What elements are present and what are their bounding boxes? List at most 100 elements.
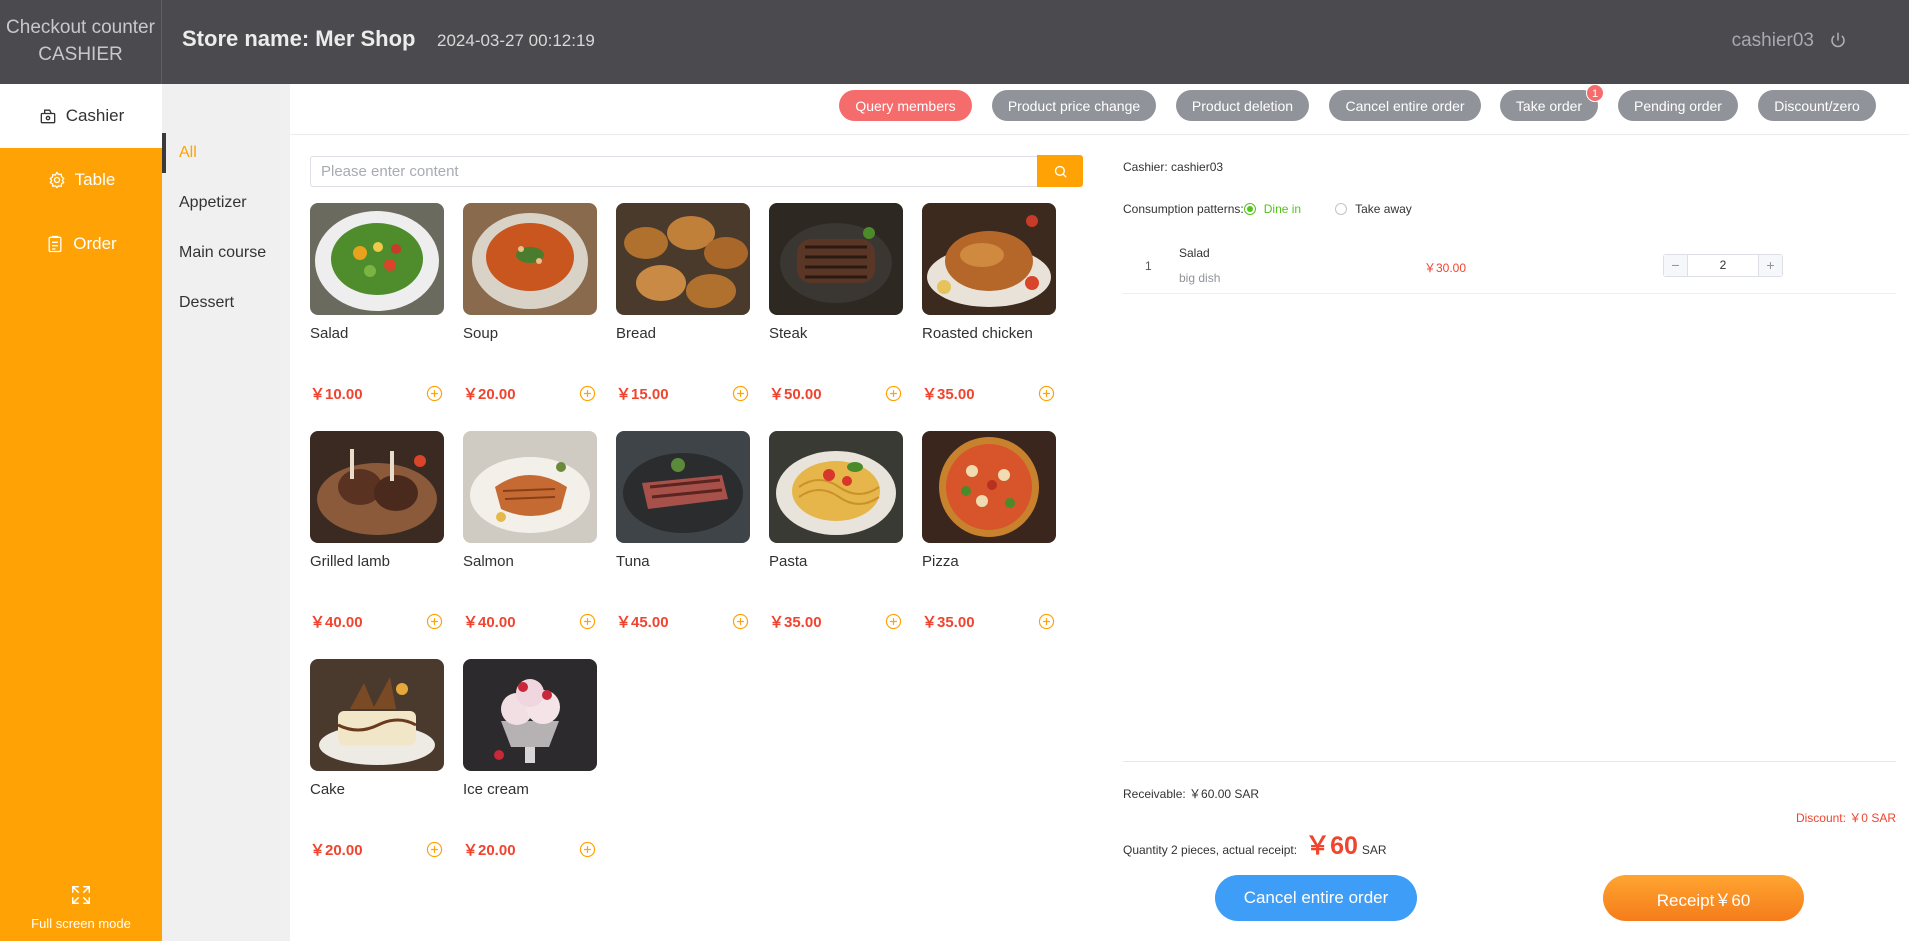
product-image-grilled-lamb (310, 431, 444, 543)
product-image-bread (616, 203, 750, 315)
product-price: ￥20.00 (463, 386, 516, 403)
product-price: ￥40.00 (463, 614, 516, 631)
product-image-ice-cream (463, 659, 597, 771)
add-circle-icon[interactable] (579, 841, 596, 858)
product-price: ￥20.00 (463, 842, 516, 859)
search-input[interactable] (310, 156, 1038, 187)
product-price: ￥35.00 (922, 386, 975, 403)
header-bar: Checkout counter CASHIER Store name: Mer… (0, 0, 1909, 84)
add-circle-icon[interactable] (426, 385, 443, 402)
add-circle-icon[interactable] (732, 613, 749, 630)
order-icon (48, 235, 62, 253)
category-main-course[interactable]: Main course (162, 233, 290, 273)
take-away-label: Take away (1355, 202, 1412, 216)
store-name: Store name: Mer Shop (182, 26, 416, 51)
product-image-steak (769, 203, 903, 315)
category-all[interactable]: All (162, 133, 290, 173)
add-circle-icon[interactable] (1038, 613, 1055, 630)
product-price: ￥20.00 (310, 842, 363, 859)
brand-subtitle: CASHIER (38, 44, 123, 65)
nav-item-table[interactable]: Table (0, 148, 162, 212)
order-row-name: Salad (1179, 246, 1210, 260)
add-circle-icon[interactable] (732, 385, 749, 402)
add-circle-icon[interactable] (885, 613, 902, 630)
product-card[interactable]: Pasta ￥35.00 (769, 431, 903, 651)
product-image-pizza (922, 431, 1056, 543)
power-icon[interactable] (1829, 31, 1847, 49)
cashier-label: Cashier: cashier03 (1123, 160, 1224, 174)
product-price: ￥15.00 (616, 386, 669, 403)
product-card[interactable]: Bread ￥15.00 (616, 203, 750, 423)
product-image-roasted-chicken (922, 203, 1056, 315)
dine-in-label: Dine in (1263, 202, 1302, 216)
product-card[interactable]: Steak ￥50.00 (769, 203, 903, 423)
nav-label-order: Order (73, 234, 117, 253)
discount-button[interactable]: Discount/zero (1758, 90, 1876, 121)
product-name: Steak (769, 325, 808, 342)
order-row-price: ￥30.00 (1424, 261, 1467, 275)
nav-label-table: Table (74, 170, 116, 189)
nav-item-cashier[interactable]: Cashier (0, 84, 162, 148)
left-nav: Cashier Table Order Full screen mode (0, 84, 162, 941)
product-price: ￥10.00 (310, 386, 363, 403)
radio-dine-in-dot (1243, 203, 1256, 215)
product-price: ￥50.00 (769, 386, 822, 403)
radio-take-away[interactable]: Take away (1335, 202, 1412, 216)
product-image-salad (310, 203, 444, 315)
product-card[interactable]: Grilled lamb ￥40.00 (310, 431, 444, 651)
fullscreen-toggle[interactable]: Full screen mode (0, 884, 162, 931)
increase-button[interactable]: + (1758, 255, 1782, 276)
add-circle-icon[interactable] (1038, 385, 1055, 402)
product-card[interactable]: Salad ￥10.00 (310, 203, 444, 423)
user-name[interactable]: cashier03 (1732, 30, 1814, 52)
patterns-label: Consumption patterns: (1123, 202, 1244, 216)
pending-order-button[interactable]: Pending order (1618, 90, 1738, 121)
add-circle-icon[interactable] (579, 385, 596, 402)
product-image-pasta (769, 431, 903, 543)
add-circle-icon[interactable] (426, 841, 443, 858)
product-card[interactable]: Ice cream ￥20.00 (463, 659, 597, 879)
category-dessert[interactable]: Dessert (162, 283, 290, 323)
product-deletion-button[interactable]: Product deletion (1176, 90, 1309, 121)
add-circle-icon[interactable] (426, 613, 443, 630)
product-name: Soup (463, 325, 499, 342)
product-name: Pizza (922, 553, 959, 570)
take-order-badge: 1 (1586, 84, 1604, 102)
take-order-label: Take order (1515, 97, 1583, 114)
quantity-value[interactable]: 2 (1688, 255, 1758, 276)
product-image-salmon (463, 431, 597, 543)
radio-dine-in[interactable]: Dine in (1243, 202, 1302, 216)
product-card[interactable]: Salmon ￥40.00 (463, 431, 597, 651)
product-name: Salmon (463, 553, 514, 570)
currency-label: SAR (1361, 843, 1387, 857)
add-circle-icon[interactable] (579, 613, 596, 630)
product-price: ￥45.00 (616, 614, 669, 631)
product-card[interactable]: Cake ￥20.00 (310, 659, 444, 879)
product-price: ￥35.00 (769, 614, 822, 631)
product-price: ￥35.00 (922, 614, 975, 631)
discount-amount: Discount: ￥0 SAR (1795, 811, 1896, 825)
product-card[interactable]: Roasted chicken ￥35.00 (922, 203, 1056, 423)
category-appetizer[interactable]: Appetizer (162, 183, 290, 223)
fullscreen-label: Full screen mode (31, 916, 131, 931)
product-name: Salad (310, 325, 349, 342)
search-button[interactable] (1037, 155, 1083, 187)
cancel-entire-order-button[interactable]: Cancel entire order (1215, 875, 1417, 921)
decrease-button[interactable]: − (1664, 255, 1688, 276)
product-name: Bread (616, 325, 657, 342)
cancel-order-button[interactable]: Cancel entire order (1329, 90, 1481, 121)
cashier-icon (40, 109, 56, 124)
product-image-cake (310, 659, 444, 771)
price-change-button[interactable]: Product price change (992, 90, 1156, 121)
product-card[interactable]: Pizza ￥35.00 (922, 431, 1056, 651)
take-order-button[interactable]: Take order 1 (1500, 84, 1604, 121)
product-card[interactable]: Soup ￥20.00 (463, 203, 597, 423)
table-icon (49, 171, 65, 189)
nav-item-order[interactable]: Order (0, 212, 162, 276)
actual-amount: ￥60 (1305, 832, 1358, 860)
receipt-button[interactable]: Receipt￥60 (1603, 875, 1804, 921)
query-members-button[interactable]: Query members (839, 90, 972, 121)
product-card[interactable]: Tuna ￥45.00 (616, 431, 750, 651)
add-circle-icon[interactable] (885, 385, 902, 402)
product-name: Cake (310, 781, 346, 798)
